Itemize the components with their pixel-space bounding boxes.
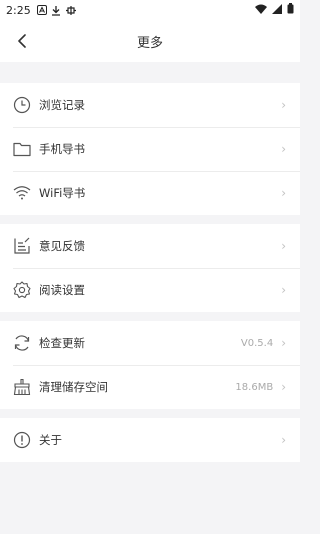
page-title: 更多 <box>136 35 163 51</box>
menu-item-browse-history[interactable]: 浏览记录 › <box>0 83 300 127</box>
settings-group-maintenance: 检查更新 V0.5.4 › 清理储存空间 18.6MB › <box>0 321 300 409</box>
chevron-right-icon: › <box>281 142 286 156</box>
menu-item-label: 检查更新 <box>39 336 85 350</box>
gear-icon <box>13 281 31 299</box>
info-icon <box>13 431 31 449</box>
settings-group-feedback: 意见反馈 › 阅读设置 › <box>0 224 300 312</box>
version-value: V0.5.4 <box>240 337 274 349</box>
menu-item-phone-import[interactable]: 手机导书 › <box>0 127 300 171</box>
app-header: 更多 <box>0 20 300 62</box>
bug-icon <box>65 5 77 16</box>
chevron-right-icon: › <box>281 186 286 200</box>
settings-group-history: 浏览记录 › 手机导书 › WiFi导书 › <box>0 83 300 215</box>
battery-icon <box>287 3 294 17</box>
menu-item-reading-settings[interactable]: 阅读设置 › <box>0 268 300 312</box>
menu-item-label: WiFi导书 <box>39 186 86 200</box>
menu-item-label: 关于 <box>39 433 62 447</box>
menu-item-label: 浏览记录 <box>39 98 85 112</box>
chevron-right-icon: › <box>281 283 286 297</box>
cell-signal-icon <box>272 3 282 17</box>
chevron-right-icon: › <box>281 239 286 253</box>
status-time: 2:25 <box>6 3 31 17</box>
settings-group-about: 关于 › <box>0 418 300 462</box>
storage-value: 18.6MB <box>235 381 274 393</box>
refresh-icon <box>13 334 31 352</box>
wifi-signal-icon <box>255 4 267 17</box>
chevron-right-icon: › <box>281 380 286 394</box>
menu-item-label: 清理储存空间 <box>39 380 108 394</box>
menu-item-feedback[interactable]: 意见反馈 › <box>0 224 300 268</box>
broom-icon <box>13 378 31 396</box>
chevron-right-icon: › <box>281 98 286 112</box>
menu-item-about[interactable]: 关于 › <box>0 418 300 462</box>
wifi-icon <box>13 184 31 202</box>
menu-item-wifi-import[interactable]: WiFi导书 › <box>0 171 300 215</box>
chevron-right-icon: › <box>281 433 286 447</box>
menu-item-label: 意见反馈 <box>39 239 85 253</box>
feedback-icon <box>13 237 31 255</box>
menu-item-clear-storage[interactable]: 清理储存空间 18.6MB › <box>0 365 300 409</box>
folder-icon <box>13 140 31 158</box>
notification-a-icon <box>36 5 47 15</box>
back-arrow-icon <box>18 34 26 48</box>
clock-icon <box>13 96 31 114</box>
download-icon <box>51 5 61 16</box>
menu-item-label: 手机导书 <box>39 142 85 156</box>
back-button[interactable] <box>12 31 32 51</box>
chevron-right-icon: › <box>281 336 286 350</box>
menu-item-label: 阅读设置 <box>39 283 85 297</box>
status-bar: 2:25 <box>0 0 300 20</box>
menu-item-check-update[interactable]: 检查更新 V0.5.4 › <box>0 321 300 365</box>
